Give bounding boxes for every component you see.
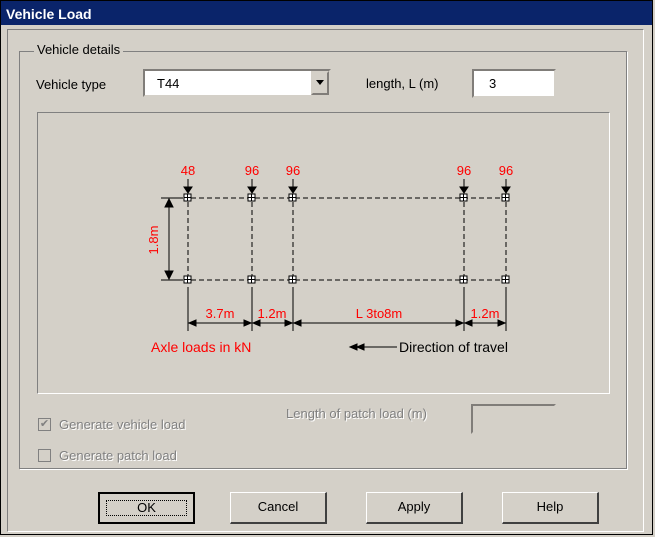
load-arrow	[247, 179, 257, 194]
patch-length-label: Length of patch load (m)	[286, 406, 427, 421]
axle-load-label: 96	[286, 163, 300, 178]
load-arrow	[183, 179, 193, 194]
spacing-dimensions	[187, 287, 507, 331]
window-title: Vehicle Load	[6, 6, 92, 22]
spacing-label: 1.2m	[471, 306, 500, 321]
wheel-marker	[183, 193, 192, 202]
wheel-marker	[247, 275, 256, 284]
vehicle-type-select[interactable]: T44	[143, 69, 331, 97]
wheel-marker	[288, 193, 297, 202]
wheel-markers	[183, 193, 510, 284]
patch-length-input[interactable]	[471, 404, 556, 434]
vehicle-type-value: T44	[157, 76, 180, 91]
load-arrow	[459, 179, 469, 194]
direction-arrow-icon	[348, 343, 397, 351]
wheel-marker	[247, 193, 256, 202]
length-input[interactable]: 3	[472, 69, 556, 98]
axle-load-label: 96	[499, 163, 513, 178]
vehicle-diagram-panel: 48 96 96 96 96 1.8m 3.7m 1.2m L 3to8m 1.…	[37, 112, 610, 394]
apply-button[interactable]: Apply	[366, 492, 463, 524]
focus-rect	[106, 500, 187, 516]
wheel-marker	[501, 275, 510, 284]
vehicle-outline	[187, 197, 507, 281]
spacing-label: 3.7m	[206, 306, 235, 321]
cancel-button[interactable]: Cancel	[230, 492, 327, 524]
chevron-down-icon	[316, 80, 324, 85]
height-dimension	[161, 197, 183, 281]
load-arrows	[183, 179, 511, 194]
apply-button-label: Apply	[397, 499, 431, 514]
wheel-marker	[288, 275, 297, 284]
wheel-marker	[183, 275, 192, 284]
length-label: length, L (m)	[366, 76, 439, 91]
length-value: 3	[489, 76, 497, 91]
wheel-marker	[459, 193, 468, 202]
generate-patch-label: Generate patch load	[59, 448, 177, 463]
vehicle-type-label: Vehicle type	[36, 77, 107, 92]
title-bar[interactable]: Vehicle Load	[1, 1, 652, 25]
vehicle-diagram: 48 96 96 96 96 1.8m 3.7m 1.2m L 3to8m 1.…	[146, 163, 513, 355]
axle-loads-caption: Axle loads in kN	[151, 339, 251, 355]
wheel-marker	[459, 275, 468, 284]
axle-load-label: 96	[457, 163, 471, 178]
load-arrow	[288, 179, 298, 194]
vehicle-details-group-label: Vehicle details	[34, 42, 124, 57]
direction-caption: Direction of travel	[399, 339, 508, 355]
cancel-button-label: Cancel	[257, 499, 299, 514]
spacing-label: L 3to8m	[356, 306, 403, 321]
help-button[interactable]: Help	[502, 492, 599, 524]
wheel-marker	[501, 193, 510, 202]
height-label: 1.8m	[146, 226, 161, 255]
generate-vehicle-checkbox[interactable]: ✔	[38, 418, 51, 431]
load-arrow	[501, 179, 511, 194]
axle-load-label: 48	[181, 163, 195, 178]
ok-button[interactable]: OK	[98, 492, 195, 524]
dropdown-button[interactable]	[311, 71, 329, 95]
generate-patch-checkbox[interactable]	[38, 449, 51, 462]
generate-vehicle-label: Generate vehicle load	[59, 417, 186, 432]
spacing-label: 1.2m	[258, 306, 287, 321]
axle-load-label: 96	[245, 163, 259, 178]
help-button-label: Help	[536, 499, 564, 514]
